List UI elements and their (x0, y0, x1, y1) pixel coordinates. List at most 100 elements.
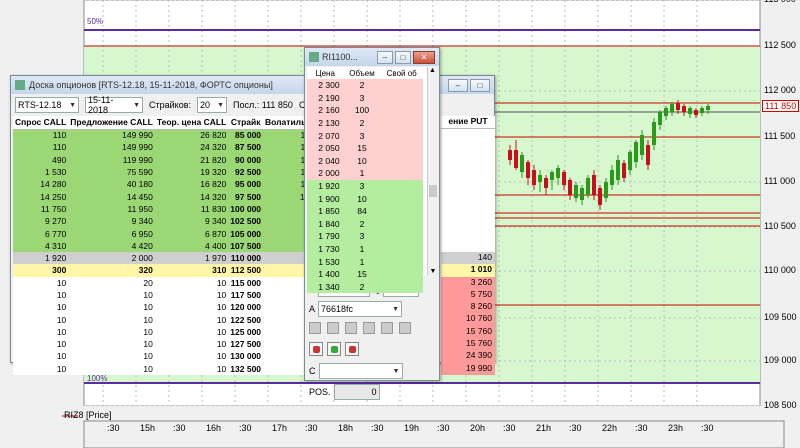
options-cell-strike[interactable]: 105 000 (228, 227, 264, 240)
options-cell-strike[interactable]: 132 500 (228, 362, 264, 375)
options-row[interactable]: 110149 99026 82085 000117,476 (13, 129, 342, 142)
options-cell-ask[interactable]: 10 (68, 313, 155, 326)
order-book-ask-row[interactable]: 2 160 100 (307, 104, 423, 117)
options-cell-bid[interactable]: 11 750 (13, 202, 69, 216)
options-cell-strike[interactable]: 92 500 (228, 165, 264, 179)
minimize-button[interactable]: – (377, 50, 393, 64)
order-book-scrollbar[interactable]: ▲ ▼ (427, 67, 437, 275)
options-cell-strike[interactable]: 100 000 (228, 202, 264, 216)
order-book-ask-row[interactable]: 2 130 2 (307, 116, 423, 130)
options-cell-bid[interactable]: 14 250 (13, 190, 69, 203)
order-book-price[interactable]: 1 730 (307, 242, 344, 256)
put-cell[interactable]: 19 990 (441, 362, 495, 375)
options-cell-theo[interactable]: 10 (154, 288, 229, 302)
put-cell[interactable]: 5 750 (441, 288, 495, 302)
options-cell-strike[interactable]: 125 000 (228, 325, 264, 339)
order-book-own-volume[interactable] (380, 154, 423, 168)
account-select[interactable]: 76618fc ▼ (318, 301, 403, 317)
options-cell-ask[interactable]: 9 340 (68, 215, 155, 228)
options-cell-bid[interactable]: 4 310 (13, 239, 69, 252)
order-book-own-volume[interactable] (380, 141, 423, 155)
options-cell-theo[interactable]: 14 320 (154, 190, 229, 203)
order-book-bid-row[interactable]: 1 920 3 (307, 179, 423, 193)
order-book-volume[interactable]: 2 (343, 217, 381, 231)
put-cell[interactable] (441, 239, 495, 252)
options-cell-strike[interactable]: 90 000 (228, 153, 264, 166)
scroll-thumb[interactable] (429, 185, 437, 197)
options-cell-bid[interactable]: 10 (13, 338, 69, 351)
order-book-price[interactable]: 2 130 (307, 116, 344, 130)
options-cell-ask[interactable]: 6 950 (68, 227, 155, 240)
options-row[interactable]: 101010120 00053,750 (13, 301, 342, 314)
options-cell-strike[interactable]: 117 500 (228, 288, 264, 302)
order-book-price[interactable]: 1 400 (307, 267, 344, 281)
put-cell[interactable]: 15 760 (441, 338, 495, 351)
options-cell-ask[interactable]: 75 590 (68, 165, 155, 179)
order-book-ask-row[interactable]: 2 040 10 (307, 154, 423, 168)
action-button-2[interactable] (327, 322, 339, 334)
options-row[interactable]: 4 3104 4204 400107 50047,517 (13, 239, 342, 252)
options-row[interactable]: 300320310112 50027,884 (13, 264, 342, 277)
order-book-price[interactable]: 1 900 (307, 192, 344, 205)
options-row[interactable]: 102010115 00030,015 (13, 276, 342, 289)
maximize-button[interactable]: □ (395, 50, 411, 64)
options-row[interactable]: 6 7706 9506 870105 00063,885 (13, 227, 342, 240)
order-book-titlebar[interactable]: RI1100... – □ ✕ (305, 48, 439, 66)
options-cell-bid[interactable]: 10 (13, 301, 69, 314)
put-cell[interactable] (441, 153, 495, 166)
order-book-volume[interactable]: 2 (343, 280, 381, 294)
put-cell[interactable] (441, 141, 495, 154)
order-book-own-volume[interactable] (380, 167, 423, 180)
options-cell-ask[interactable]: 10 (68, 301, 155, 314)
options-cell-theo[interactable]: 10 (154, 350, 229, 363)
options-row[interactable]: 110149 99024 32087 500117,306 (13, 141, 342, 154)
options-cell-theo[interactable]: 10 (154, 301, 229, 314)
options-cell-strike[interactable]: 112 500 (228, 264, 264, 277)
options-cell-bid[interactable]: 1 920 (13, 251, 69, 265)
order-book-own-volume[interactable] (380, 79, 423, 92)
order-book-ask-row[interactable]: 2 050 15 (307, 141, 423, 155)
options-cell-strike[interactable]: 102 500 (228, 215, 264, 228)
options-cell-strike[interactable]: 107 500 (228, 239, 264, 252)
action-button-4[interactable] (363, 322, 375, 334)
cancel-sell-icon[interactable] (345, 342, 359, 356)
order-book-volume[interactable]: 3 (343, 91, 381, 105)
options-cell-theo[interactable]: 6 870 (154, 227, 229, 240)
options-cell-theo[interactable]: 4 400 (154, 239, 229, 252)
options-cell-bid[interactable]: 10 (13, 313, 69, 326)
put-cell[interactable]: 8 260 (441, 301, 495, 314)
order-book-bid-row[interactable]: 1 530 1 (307, 255, 423, 268)
options-cell-theo[interactable]: 10 (154, 276, 229, 289)
put-cell[interactable] (441, 178, 495, 191)
options-cell-ask[interactable]: 149 990 (68, 141, 155, 154)
options-cell-strike[interactable]: 120 000 (228, 301, 264, 314)
options-cell-strike[interactable]: 130 000 (228, 350, 264, 363)
order-book-own-volume[interactable] (380, 255, 423, 268)
options-cell-strike[interactable]: 115 000 (228, 276, 264, 289)
options-cell-ask[interactable]: 14 450 (68, 190, 155, 203)
options-cell-ask[interactable]: 320 (68, 264, 155, 277)
options-cell-theo[interactable]: 10 (154, 313, 229, 326)
options-row[interactable]: 101010125 00078,596 (13, 325, 342, 339)
order-book-volume[interactable]: 100 (343, 104, 381, 117)
options-cell-theo[interactable]: 11 830 (154, 202, 229, 216)
order-book-price[interactable]: 1 920 (307, 179, 344, 193)
options-cell-theo[interactable]: 9 340 (154, 215, 229, 228)
order-book-volume[interactable]: 10 (343, 154, 381, 168)
order-book-own-volume[interactable] (380, 242, 423, 256)
action-button-5[interactable] (381, 322, 393, 334)
order-book-volume[interactable]: 84 (343, 204, 381, 218)
options-cell-theo[interactable]: 24 320 (154, 141, 229, 154)
options-cell-strike[interactable]: 97 500 (228, 190, 264, 203)
order-book-volume[interactable]: 3 (343, 129, 381, 142)
order-book-own-volume[interactable] (380, 91, 423, 105)
options-row[interactable]: 101010122 50067,269 (13, 313, 342, 326)
options-row[interactable]: 14 25014 45014 32097 500106,261 (13, 190, 342, 203)
order-book-own-volume[interactable] (380, 116, 423, 130)
order-book-price[interactable]: 2 040 (307, 154, 344, 168)
options-column-header[interactable]: Предложение CALL (68, 116, 155, 130)
options-column-header[interactable]: Теор. цена CALL (154, 116, 229, 130)
order-book-volume[interactable]: 15 (343, 267, 381, 281)
order-book-price[interactable]: 1 790 (307, 230, 344, 243)
order-book-ask-row[interactable]: 2 300 2 (307, 79, 423, 92)
